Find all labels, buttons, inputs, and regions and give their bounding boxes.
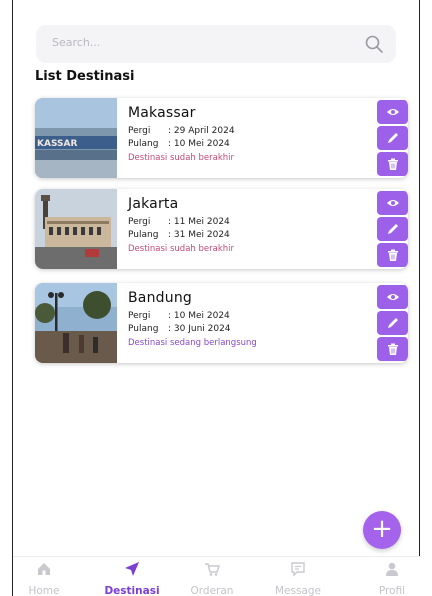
pencil-icon — [387, 318, 398, 328]
edit-button[interactable] — [377, 311, 408, 335]
pencil-icon — [387, 224, 398, 234]
cart-icon — [205, 563, 220, 576]
card-actions — [370, 98, 408, 178]
pulang-date: : 30 Juni 2024 — [168, 324, 231, 334]
add-destination-button[interactable]: + — [363, 511, 401, 549]
pulang-label: Pulang — [128, 324, 159, 334]
destination-card[interactable]: Bandung Pergi : 10 Mei 2024 Pulang : 30 Ju… — [35, 283, 408, 363]
destination-status: Destinasi sudah berakhir — [128, 244, 234, 254]
edit-button[interactable] — [377, 217, 408, 241]
app-frame: Search... List Destinasi KASSAR Makassar… — [12, 0, 421, 596]
pergi-date: : 10 Mei 2024 — [168, 311, 230, 321]
destination-info: Jakarta Pergi : 11 Mei 2024 Pulang : 31 Me… — [128, 196, 368, 254]
thumbnail-sign-text: KASSAR — [37, 139, 77, 149]
send-icon — [125, 562, 139, 576]
view-button[interactable] — [377, 285, 408, 309]
destination-thumbnail — [35, 283, 117, 363]
nav-item-orderan[interactable]: Orderan — [177, 561, 247, 596]
nav-label: Home — [28, 585, 60, 596]
nav-item-message[interactable]: Message — [263, 561, 333, 596]
nav-label: Profil — [378, 585, 406, 596]
pergi-label: Pergi — [128, 126, 151, 136]
nav-item-profil[interactable]: Profil — [357, 561, 427, 596]
eye-icon — [386, 109, 399, 115]
eye-icon — [386, 294, 399, 300]
nav-item-destinasi[interactable]: Destinasi — [97, 561, 167, 596]
delete-button[interactable] — [377, 243, 408, 267]
destination-thumbnail — [35, 189, 117, 269]
destination-info: Makassar Pergi : 29 April 2024 Pulang : 10… — [128, 105, 368, 163]
pergi-date: : 11 Mei 2024 — [168, 217, 230, 227]
user-icon — [386, 562, 398, 576]
trash-icon — [387, 343, 398, 355]
plus-icon: + — [371, 514, 393, 544]
destination-city: Bandung — [128, 290, 192, 306]
view-button[interactable] — [377, 100, 408, 124]
nav-label: Destinasi — [104, 585, 160, 596]
edit-button[interactable] — [377, 126, 408, 150]
home-icon — [38, 563, 50, 575]
destination-city: Jakarta — [128, 196, 179, 212]
pergi-label: Pergi — [128, 217, 151, 227]
pencil-icon — [387, 133, 398, 143]
eye-icon — [386, 200, 399, 206]
destination-city: Makassar — [128, 105, 196, 121]
destination-thumbnail: KASSAR — [35, 98, 117, 178]
pulang-date: : 31 Mei 2024 — [168, 230, 230, 240]
search-bar[interactable]: Search... — [36, 25, 396, 63]
message-icon — [291, 562, 305, 577]
section-title: List Destinasi — [35, 69, 135, 84]
card-actions — [370, 283, 408, 363]
nav-item-home[interactable]: Home — [9, 561, 79, 596]
search-icon[interactable] — [364, 34, 384, 54]
pulang-label: Pulang — [128, 230, 159, 240]
search-input[interactable]: Search... — [52, 36, 100, 49]
pergi-date: : 29 April 2024 — [168, 126, 235, 136]
destination-status: Destinasi sedang berlangsung — [128, 338, 257, 348]
pergi-label: Pergi — [128, 311, 151, 321]
nav-label: Message — [274, 585, 322, 596]
view-button[interactable] — [377, 191, 408, 215]
pulang-label: Pulang — [128, 139, 159, 149]
trash-icon — [387, 158, 398, 170]
delete-button[interactable] — [377, 337, 408, 361]
destination-card[interactable]: KASSAR Makassar Pergi : 29 April 2024 Pul… — [35, 98, 408, 178]
card-actions — [370, 189, 408, 269]
delete-button[interactable] — [377, 152, 408, 176]
destination-status: Destinasi sudah berakhir — [128, 153, 234, 163]
bottom-nav: Home Destinasi Orderan Message Profil — [13, 556, 421, 596]
nav-label: Orderan — [190, 585, 234, 596]
trash-icon — [387, 249, 398, 261]
destination-info: Bandung Pergi : 10 Mei 2024 Pulang : 30 Ju… — [128, 290, 368, 348]
pulang-date: : 10 Mei 2024 — [168, 139, 230, 149]
destination-card[interactable]: Jakarta Pergi : 11 Mei 2024 Pulang : 31 Me… — [35, 189, 408, 269]
